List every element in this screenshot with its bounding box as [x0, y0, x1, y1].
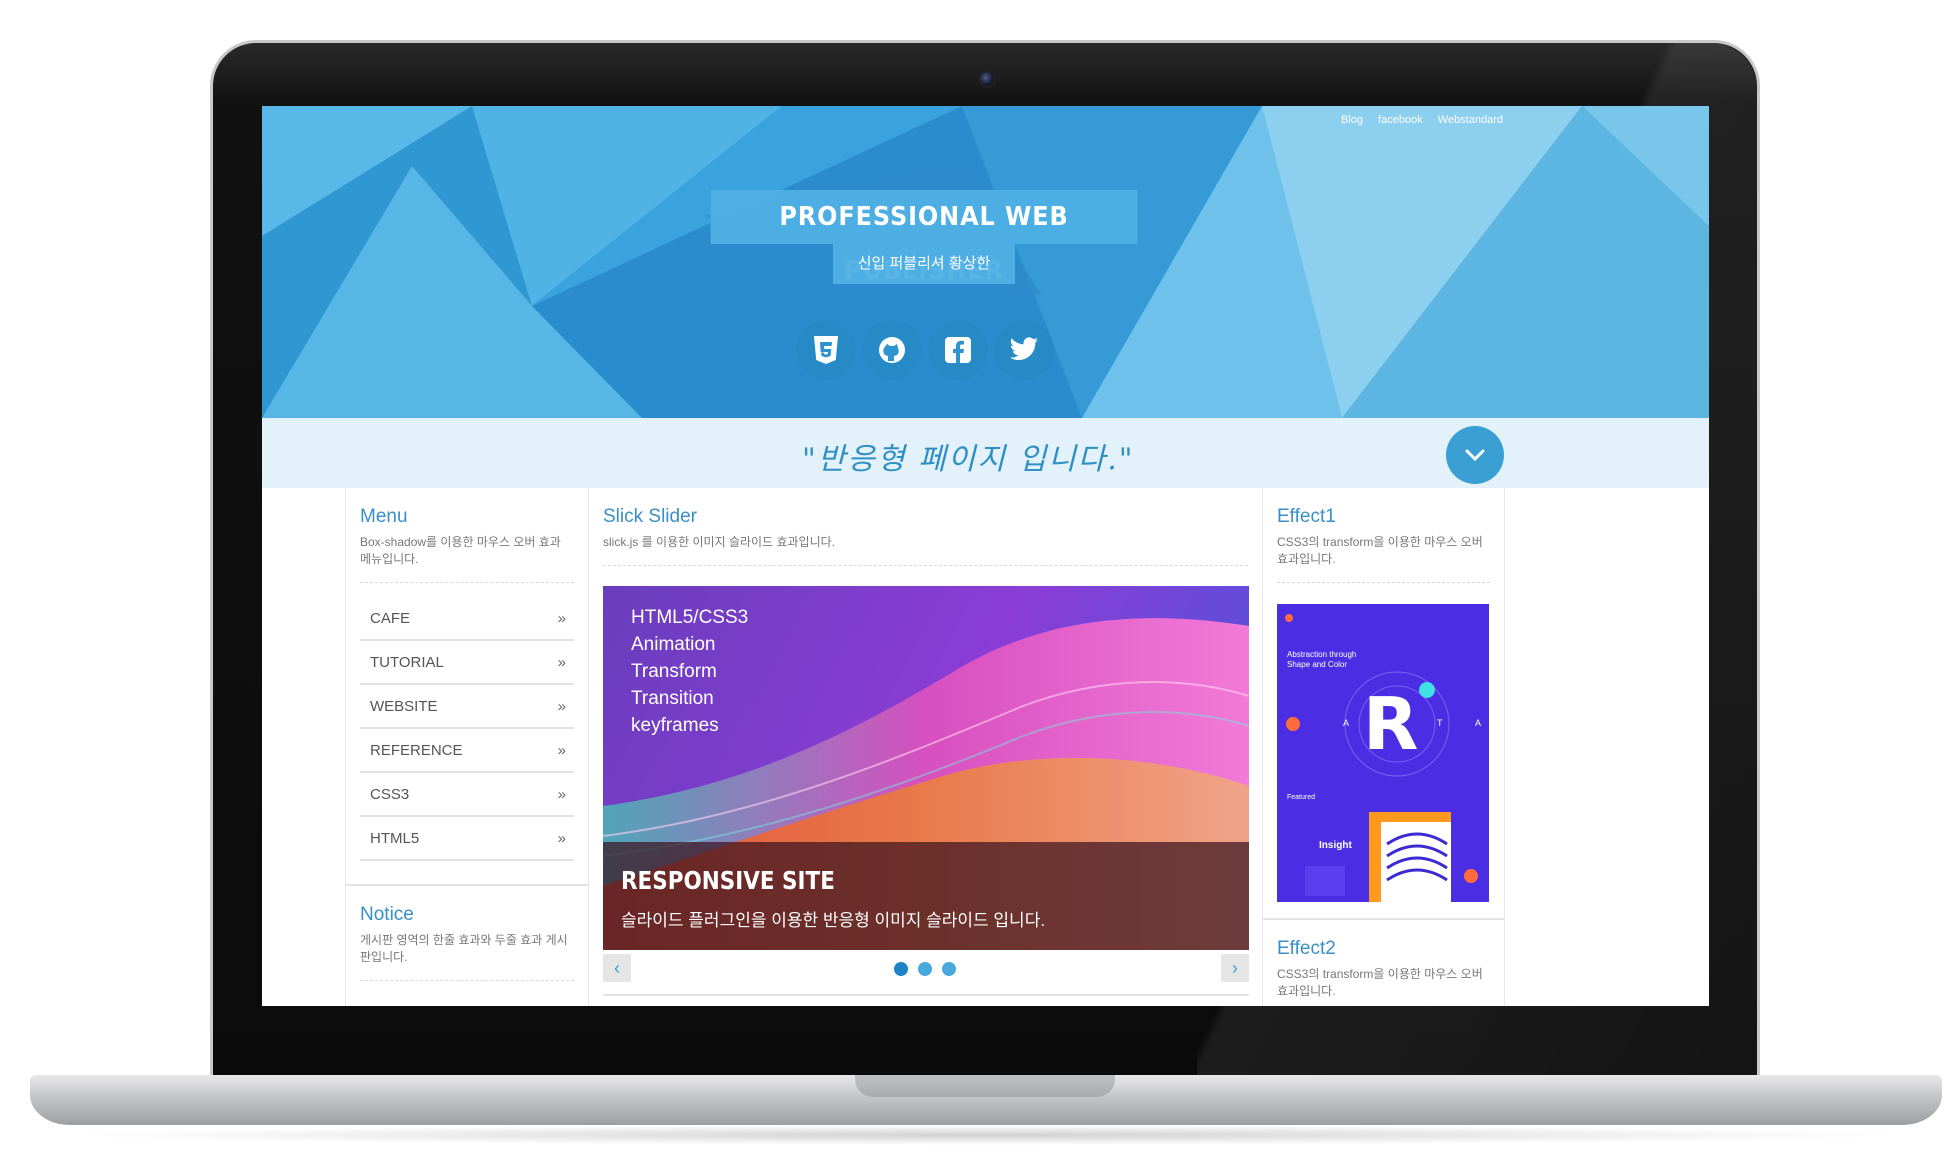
laptop-shadow	[60, 1125, 1912, 1145]
slide-line: Transition	[631, 688, 714, 709]
effect1-description: CSS3의 transform을 이용한 마우스 오버효과입니다.	[1277, 535, 1483, 566]
double-chevron-right-icon: »	[557, 829, 566, 847]
effect2-section: Effect2 CSS3의 transform을 이용한 마우스 오버효과입니다…	[1263, 918, 1504, 1000]
laptop-notch	[855, 1075, 1115, 1097]
menu-item-html5[interactable]: HTML5 »	[360, 817, 574, 861]
slider-title: Slick Slider	[603, 506, 697, 527]
image-slider[interactable]: HTML5/CSS3 Animation Transform Transitio…	[603, 586, 1249, 950]
menu-item-label: WEBSITE	[370, 697, 438, 715]
slide-caption: RESPONSIVE SITE 슬라이드 플러그인을 이용한 반응형 이미지 슬…	[603, 842, 1249, 950]
facebook-link[interactable]: facebook	[1378, 114, 1423, 126]
slide-line: keyframes	[631, 715, 719, 736]
quote-band: "반응형 페이지 입니다."	[262, 418, 1709, 488]
menu-item-website[interactable]: WEBSITE »	[360, 685, 574, 729]
poster-headline: Abstraction through Shape and Color	[1287, 650, 1357, 669]
menu-item-label: HTML5	[370, 829, 420, 847]
slider-dot[interactable]	[918, 962, 932, 976]
slide-line: Animation	[631, 634, 716, 655]
divider	[1277, 582, 1490, 583]
menu-item-label: CSS3	[370, 785, 410, 803]
menu-item-cafe[interactable]: CAFE »	[360, 597, 574, 641]
double-chevron-right-icon: »	[557, 609, 566, 627]
menu-item-label: TUTORIAL	[370, 653, 444, 671]
divider	[360, 582, 574, 583]
html5-icon[interactable]	[796, 320, 856, 380]
slider-controls: ‹ ›	[603, 954, 1249, 982]
webcam	[978, 70, 996, 88]
poster-letter: A	[1475, 718, 1482, 728]
poster-big-letter: R	[1363, 682, 1419, 766]
menu-item-label: REFERENCE	[370, 741, 463, 759]
blog-link[interactable]: Blog	[1341, 114, 1363, 126]
menu-description: Box-shadow를 이용한 마우스 오버 효과 메뉴입니다.	[360, 535, 561, 566]
effect1-title: Effect1	[1277, 506, 1336, 527]
poster-featured: Featured	[1287, 794, 1316, 801]
slide-line: HTML5/CSS3	[631, 607, 749, 628]
facebook-icon[interactable]	[928, 320, 988, 380]
slide-line: Transform	[631, 661, 717, 682]
left-column: Menu Box-shadow를 이용한 마우스 오버 효과 메뉴입니다. CA…	[345, 488, 589, 1006]
double-chevron-right-icon: »	[557, 653, 566, 671]
caption-description: 슬라이드 플러그인을 이용한 반응형 이미지 슬라이드 입니다.	[621, 911, 1046, 930]
slider-dot[interactable]	[942, 962, 956, 976]
middle-column: Slick Slider slick.js 를 이용한 이미지 슬라이드 효과입…	[589, 488, 1263, 1006]
double-chevron-right-icon: »	[557, 785, 566, 803]
menu-item-css3[interactable]: CSS3 »	[360, 773, 574, 817]
webstandard-link[interactable]: Webstandard	[1438, 114, 1503, 126]
top-links: Blog facebook Webstandard	[1329, 114, 1503, 126]
divider	[603, 565, 1248, 566]
poster-letter: A	[1343, 718, 1350, 728]
notice-description: 게시판 영역의 한줄 효과와 두줄 효과 게시판입니다.	[360, 933, 568, 964]
website-screen: Blog facebook Webstandard PROFESSIONAL W…	[262, 106, 1709, 1006]
poster-letter: T	[1437, 718, 1443, 728]
slider-dot[interactable]	[894, 962, 908, 976]
scroll-down-button[interactable]	[1446, 426, 1504, 484]
effect2-title: Effect2	[1277, 938, 1336, 959]
slide-text: HTML5/CSS3 Animation Transform Transitio…	[631, 604, 748, 739]
divider	[603, 994, 1249, 996]
double-chevron-right-icon: »	[557, 741, 566, 759]
effect1-image[interactable]: Abstraction through Shape and Color R A …	[1277, 604, 1489, 902]
caption-title: RESPONSIVE SITE	[621, 866, 835, 895]
quote-text: "반응형 페이지 입니다."	[802, 442, 1135, 477]
slider-prev-button[interactable]: ‹	[603, 954, 631, 982]
menu-title: Menu	[360, 506, 408, 527]
notice-section: Notice 게시판 영역의 한줄 효과와 두줄 효과 게시판입니다.	[346, 884, 588, 981]
chevron-down-icon	[1465, 449, 1485, 462]
poster-insight: Insight	[1319, 840, 1352, 851]
notice-title: Notice	[360, 904, 414, 925]
github-icon[interactable]	[862, 320, 922, 380]
double-chevron-right-icon: »	[557, 697, 566, 715]
menu-list: CAFE » TUTORIAL » WEBSITE » REFERENCE » CSS3…	[360, 597, 574, 861]
effect2-description: CSS3의 transform을 이용한 마우스 오버효과입니다.	[1277, 967, 1483, 998]
divider	[360, 980, 574, 981]
slider-description: slick.js 를 이용한 이미지 슬라이드 효과입니다.	[603, 535, 835, 549]
menu-item-tutorial[interactable]: TUTORIAL »	[360, 641, 574, 685]
site-subtitle: 신입 퍼블리셔 황상한	[833, 244, 1015, 284]
menu-item-reference[interactable]: REFERENCE »	[360, 729, 574, 773]
slider-dots	[894, 962, 956, 976]
slider-next-button[interactable]: ›	[1221, 954, 1249, 982]
hero-header: Blog facebook Webstandard PROFESSIONAL W…	[262, 106, 1709, 418]
twitter-icon[interactable]	[994, 320, 1054, 380]
site-title: PROFESSIONAL WEB PUBLISHER	[710, 190, 1138, 286]
menu-item-label: CAFE	[370, 609, 411, 627]
right-column: Effect1 CSS3의 transform을 이용한 마우스 오버효과입니다…	[1263, 488, 1505, 1006]
